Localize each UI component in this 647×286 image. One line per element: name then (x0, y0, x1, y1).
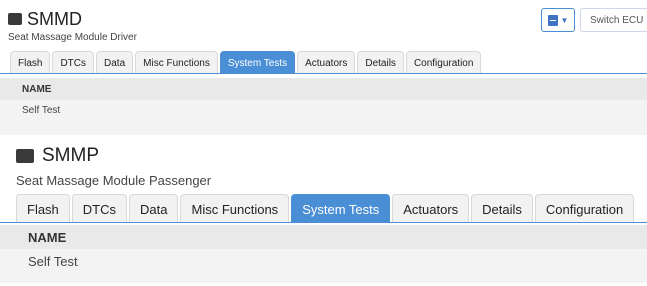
tab-underline (0, 222, 647, 223)
module-icon (16, 149, 34, 163)
module-title: SMMP (16, 145, 99, 167)
system-tests-table: NAME Self Test (0, 225, 647, 283)
module-title: SMMD (8, 8, 82, 30)
tab-system-tests[interactable]: System Tests (219, 51, 296, 74)
tab-dtcs[interactable]: DTCs (71, 194, 128, 223)
module-subtitle: Seat Massage Module Driver (8, 32, 137, 43)
tab-data[interactable]: Data (96, 51, 134, 74)
module-subtitle: Seat Massage Module Passenger (16, 173, 212, 188)
table-row[interactable]: Self Test (0, 100, 647, 120)
tab-bar: Flash DTCs Data Misc Functions System Te… (0, 193, 647, 223)
tab-flash[interactable]: Flash (16, 194, 70, 223)
tab-details[interactable]: Details (357, 51, 404, 74)
module-title-text: SMMD (27, 8, 82, 29)
column-header-name: NAME (0, 225, 647, 249)
tab-configuration[interactable]: Configuration (534, 194, 635, 223)
tab-misc-functions[interactable]: Misc Functions (135, 51, 218, 74)
table-row[interactable]: Self Test (0, 249, 647, 273)
tab-actuators[interactable]: Actuators (392, 194, 470, 223)
tab-underline (0, 73, 647, 74)
tab-misc-functions[interactable]: Misc Functions (180, 194, 290, 223)
module-smmd: SMMD Seat Massage Module Driver Flash DT… (0, 0, 647, 140)
tab-configuration[interactable]: Configuration (405, 51, 482, 74)
module-icon (8, 13, 22, 25)
column-header-name: NAME (0, 78, 647, 100)
tab-flash[interactable]: Flash (10, 51, 51, 74)
tab-actuators[interactable]: Actuators (297, 51, 356, 74)
module-title-text: SMMP (42, 145, 99, 166)
tab-data[interactable]: Data (129, 194, 179, 223)
tab-dtcs[interactable]: DTCs (52, 51, 95, 74)
system-tests-table: NAME Self Test (0, 78, 647, 135)
module-smmp: SMMP Seat Massage Module Passenger Flash… (0, 140, 647, 286)
tab-system-tests[interactable]: System Tests (291, 194, 391, 223)
tab-bar: Flash DTCs Data Misc Functions System Te… (0, 50, 647, 74)
tab-details[interactable]: Details (471, 194, 533, 223)
